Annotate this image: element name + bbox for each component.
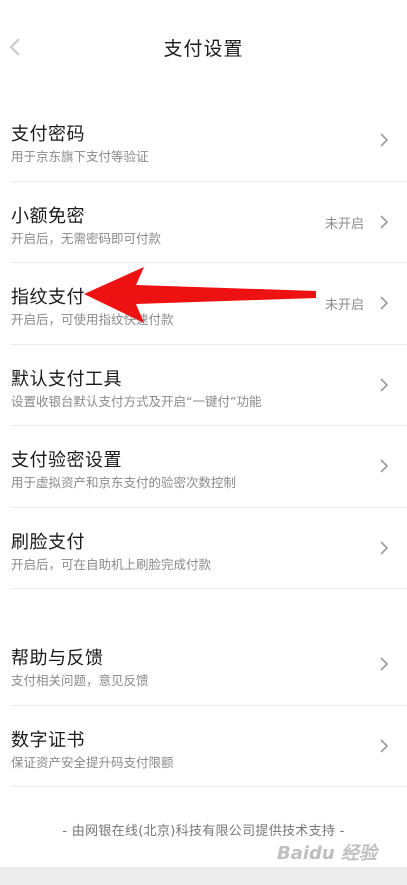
setting-row-help-feedback[interactable]: 帮助与反馈 支付相关问题，意见反馈 [11, 624, 407, 706]
footer-text: - 由网银在线(北京)科技有限公司提供技术支持 - [62, 824, 345, 839]
watermark-logo: Baidu 经验 [276, 843, 377, 864]
chevron-right-icon [380, 214, 389, 229]
chevron-right-icon [380, 133, 389, 147]
chevron-right-icon [380, 540, 389, 555]
setting-title: 默认支付工具 [11, 368, 122, 390]
setting-subtitle: 保证资产安全提升码支付限额 [11, 754, 174, 770]
setting-title: 小额免密 [11, 205, 85, 227]
bottom-bar [0, 867, 407, 885]
header-bar: 支付设置 [0, 0, 407, 92]
setting-row-digital-certificate[interactable]: 数字证书 保证资产安全提升码支付限额 [11, 706, 407, 787]
setting-row-verify-settings[interactable]: 支付验密设置 用于虚拟资产和京东支付的验密次数控制 [11, 426, 407, 508]
chevron-right-icon [380, 657, 389, 671]
setting-row-face-pay[interactable]: 刷脸支付 开启后，可在自助机上刷脸完成付款 [11, 508, 407, 589]
setting-row-fingerprint-pay[interactable]: 指纹支付 开启后，可使用指纹快速付款 未开启 [11, 263, 407, 345]
setting-subtitle: 开启后，无需密码即可付款 [11, 230, 162, 246]
settings-list: 支付密码 用于京东旗下支付等验证 小额免密 开启后，无需密码即可付款 未开启 指… [0, 100, 407, 589]
setting-subtitle: 支付相关问题，意见反馈 [11, 673, 149, 688]
help-list: 帮助与反馈 支付相关问题，意见反馈 数字证书 保证资产安全提升码支付限额 [0, 624, 407, 787]
setting-row-small-amount-free[interactable]: 小额免密 开启后，无需密码即可付款 未开启 [11, 182, 407, 263]
setting-status: 未开启 [324, 216, 364, 232]
setting-status: 未开启 [324, 298, 364, 313]
chevron-right-icon [380, 296, 389, 310]
setting-title: 指纹支付 [11, 287, 85, 308]
setting-title: 刷脸支付 [11, 531, 85, 553]
setting-title: 支付验密设置 [11, 450, 122, 471]
setting-subtitle: 用于虚拟资产和京东支付的验密次数控制 [11, 475, 237, 490]
setting-subtitle: 用于京东旗下支付等验证 [11, 149, 149, 164]
setting-subtitle: 开启后，可使用指纹快速付款 [11, 312, 174, 327]
setting-row-payment-password[interactable]: 支付密码 用于京东旗下支付等验证 [11, 100, 407, 182]
chevron-right-icon [380, 377, 389, 392]
chevron-right-icon [380, 738, 389, 753]
page-title: 支付设置 [163, 38, 244, 60]
setting-row-default-pay-tool[interactable]: 默认支付工具 设置收银台默认支付方式及开启“一键付”功能 [11, 345, 407, 426]
setting-title: 帮助与反馈 [11, 648, 104, 669]
chevron-right-icon [380, 459, 389, 473]
setting-title: 支付密码 [11, 124, 85, 145]
setting-subtitle: 开启后，可在自助机上刷脸完成付款 [11, 556, 212, 572]
setting-subtitle: 设置收银台默认支付方式及开启“一键付”功能 [11, 393, 262, 409]
setting-title: 数字证书 [11, 729, 85, 751]
